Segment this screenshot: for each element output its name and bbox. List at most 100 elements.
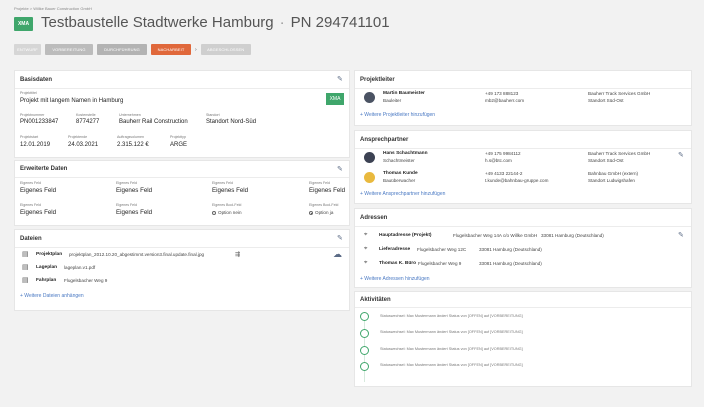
activity-status-icon [360, 329, 369, 338]
cloud-upload-icon[interactable]: ☁ [333, 249, 342, 260]
bool-label: Eigenes Bool-Feld [212, 203, 242, 207]
document-icon: ▤ [22, 264, 29, 271]
address-type: Hauptadresse (Projekt) [379, 233, 432, 238]
address-type: Lieferadresse [379, 247, 411, 252]
field-value: Eigenes Feld [20, 187, 57, 194]
document-icon: ▤ [22, 251, 29, 258]
aktivitaeten-title: Aktivitäten [360, 297, 391, 303]
person-phone[interactable]: +49 173 888123 [485, 91, 518, 96]
projektleiter-title: Projektleiter [360, 77, 395, 83]
aktivitaeten-card: Aktivitäten Statuswechsel: Max Musterman… [354, 291, 692, 387]
activity-text: Statuswechsel: Max Mustermann ändert Sta… [380, 330, 523, 334]
field-label: Eigenes Feld [116, 181, 137, 185]
file-link[interactable]: projektplan_2012.10.20_abgestimmt.versio… [69, 252, 204, 257]
address-street: Flugelsbacher Weg 14A c/o Willke GmbH [453, 233, 538, 238]
person-name: Hans Schachtmann [383, 151, 428, 156]
add-file-link[interactable]: + Weitere Dateien anhängen [20, 293, 84, 299]
step-vorbereitung[interactable]: VORBEREITUNG [45, 44, 93, 55]
avatar [364, 172, 375, 183]
step-abgeschlossen[interactable]: ABGESCHLOSSEN [200, 44, 251, 55]
bool-label: Eigenes Bool-Feld [309, 203, 339, 207]
person-email[interactable]: h.s@btc.com [485, 158, 512, 163]
field-label: Auftragsvolumen [117, 135, 144, 139]
activity-status-icon [360, 362, 369, 371]
pencil-icon[interactable]: ✎ [337, 166, 345, 174]
project-pn: PN 294741101 [290, 14, 390, 31]
breadcrumb[interactable]: Projekte > Willke Bauer Construction Gmb… [14, 6, 92, 11]
person-phone[interactable]: +49 175 9984112 [485, 151, 521, 156]
person-location: Standort Ludwigshafen [588, 178, 635, 183]
file-name: Fahrplan [36, 278, 57, 283]
person-email[interactable]: t.kunde@bahnbau-gruppe.com [485, 178, 548, 183]
person-phone[interactable]: +49 4133 22144-2 [485, 171, 522, 176]
file-link[interactable]: Flugelsbacher Weg 9 [64, 278, 107, 283]
pencil-icon[interactable]: ✎ [337, 76, 345, 84]
field-value: Eigenes Feld [116, 187, 153, 194]
field-value: 12.01.2019 [20, 142, 51, 148]
ansprechpartner-card: Ansprechpartner Hans Schachtmann Schacht… [354, 130, 692, 204]
file-link[interactable]: lageplan.v1.pdf [64, 265, 95, 270]
field-value: Standort Nord-Süd [206, 119, 257, 125]
avatar [364, 92, 375, 103]
share-icon[interactable]: ⇶ [235, 251, 240, 258]
pencil-icon[interactable]: ✎ [678, 232, 686, 240]
activity-text: Statuswechsel: Max Mustermann ändert Sta… [380, 347, 523, 351]
pencil-icon[interactable]: ✎ [337, 235, 345, 243]
field-label: Projektnummer [20, 113, 45, 117]
adressen-title: Adressen [360, 215, 388, 221]
radio-option-nein[interactable] [212, 211, 216, 215]
address-city: 33081 Hamburg (Deutschland) [479, 247, 542, 252]
activity-text: Statuswechsel: Max Mustermann ändert Sta… [380, 363, 523, 367]
address-street: Flugelsbacher Weg 9 [418, 261, 462, 266]
field-label: Unternehmen [119, 113, 141, 117]
activity-status-icon [360, 346, 369, 355]
person-role: Bauüberwacher [383, 178, 416, 183]
activity-text: Statuswechsel: Max Mustermann ändert Sta… [380, 314, 523, 318]
field-label: Projekttyp [170, 135, 186, 139]
person-location: Standort Süd-Ost [588, 98, 624, 103]
step-entwurf[interactable]: ENTWURF [14, 44, 41, 55]
person-name: Thomas Kunde [383, 171, 418, 176]
address-city: 33081 Hamburg (Deutschland) [479, 261, 542, 266]
projekttitel-label: Projekttitel [20, 91, 37, 95]
person-email[interactable]: mb2@bauherr.com [485, 98, 524, 103]
person-name: Martin Baumeister [383, 91, 425, 96]
project-name: Testbaustelle Stadtwerke Hamburg [41, 14, 274, 31]
field-value: Eigenes Feld [309, 187, 346, 194]
pencil-icon[interactable]: ✎ [678, 152, 686, 160]
step-arrow-icon: › [195, 46, 197, 53]
projekttitel-value: Projekt mit langem Namen in Hamburg [20, 98, 124, 104]
field-value: 2.315.122 € [117, 142, 149, 148]
add-projektleiter-link[interactable]: + Weitere Projektleiter hinzufügen [360, 112, 435, 118]
status-stepper: ENTWURF VORBEREITUNG DURCHFÜHRUNG NACHAR… [14, 44, 251, 55]
basisdaten-card: Basisdaten ✎ Projekttitel Projekt mit la… [14, 70, 350, 158]
address-type: Thomas K. Büro [379, 261, 417, 266]
radio-option-ja[interactable] [309, 211, 313, 215]
field-value: 24.03.2021 [68, 142, 99, 148]
ansprechpartner-title: Ansprechpartner [360, 137, 409, 143]
field-label: Eigenes Feld [309, 181, 330, 185]
add-ansprechpartner-link[interactable]: + Weitere Ansprechpartner hinzufügen [360, 191, 445, 197]
field-label: Standort [206, 113, 220, 117]
address-city: 33081 Hamburg (Deutschland) [541, 233, 604, 238]
person-company: Bahnbau GmbH (extern) [588, 171, 639, 176]
field-label: Eigenes Feld [212, 181, 233, 185]
radio-option-nein-label: Option nein [218, 210, 242, 215]
radio-option-ja-label: Option ja [315, 210, 334, 215]
file-name: Projektplan [36, 252, 63, 257]
projektleiter-card: Projektleiter Martin Baumeister Bauleite… [354, 70, 692, 126]
field-label: Projektstart [20, 135, 39, 139]
project-logo-badge: XMA [14, 17, 33, 31]
file-name: Lageplan [36, 265, 58, 270]
document-icon: ▤ [22, 277, 29, 284]
person-company: Bauherr Track Services GmbH [588, 91, 651, 96]
field-value: Eigenes Feld [20, 209, 57, 216]
erweiterte-daten-title: Erweiterte Daten [20, 166, 68, 172]
step-nacharbeit[interactable]: NACHARBEIT [151, 44, 191, 55]
avatar [364, 152, 375, 163]
step-durchfuehrung[interactable]: DURCHFÜHRUNG [97, 44, 147, 55]
add-address-link[interactable]: + Weitere Adressen hinzufügen [360, 276, 430, 282]
field-label: Eigenes Feld [116, 203, 137, 207]
field-label: Eigenes Feld [20, 181, 41, 185]
activity-status-icon [360, 312, 369, 321]
